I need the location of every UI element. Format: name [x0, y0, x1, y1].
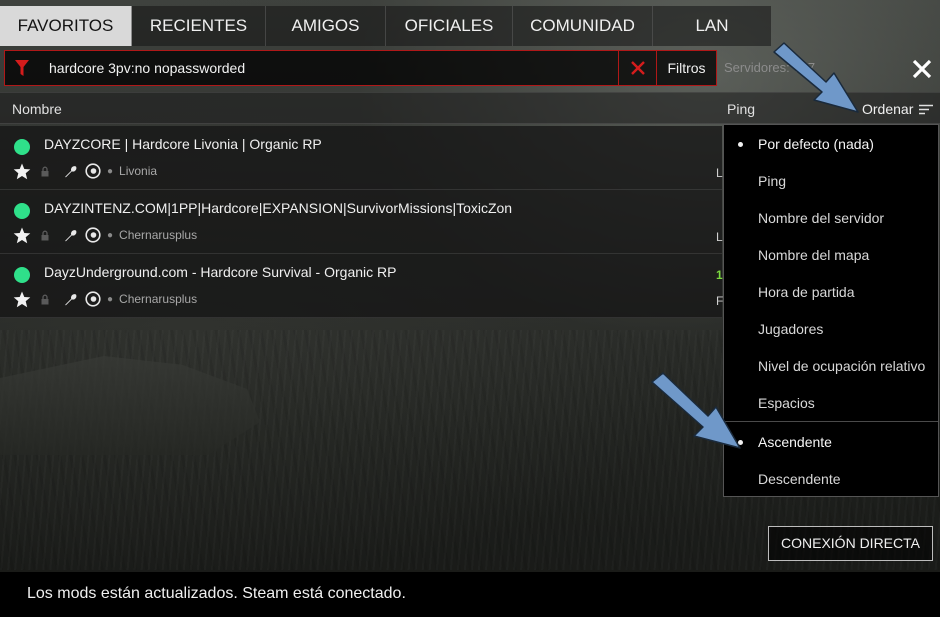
clear-icon	[630, 61, 645, 75]
server-name: DAYZCORE | Hardcore Livonia | Organic RP	[44, 136, 322, 152]
tab-oficiales[interactable]: OFICIALES	[386, 6, 513, 46]
server-players-peek: 1	[716, 268, 723, 282]
map-name: Chernarusplus	[119, 292, 198, 306]
sort-option-server-name[interactable]: Nombre del servidor	[724, 200, 938, 236]
map-name: Livonia	[119, 164, 158, 178]
map-name: Chernarusplus	[119, 228, 198, 242]
lock-icon	[40, 166, 50, 177]
tab-favoritos[interactable]: FAVORITOS	[0, 6, 132, 46]
eye-icon	[85, 291, 101, 307]
server-icons: ● Chernarusplus	[13, 226, 197, 244]
separator-dot: ●	[107, 293, 114, 305]
star-icon[interactable]	[13, 227, 31, 244]
server-list: DAYZCORE | Hardcore Livonia | Organic RP…	[0, 126, 723, 318]
sort-button[interactable]: Ordenar	[862, 101, 934, 117]
server-row[interactable]: DAYZINTENZ.COM|1PP|Hardcore|EXPANSION|Su…	[0, 190, 723, 254]
close-button[interactable]	[907, 54, 937, 84]
sort-dropdown-menu: Por defecto (nada) Ping Nombre del servi…	[723, 124, 939, 497]
search-bar: hardcore 3pv:no nopassworded Filtros	[4, 50, 717, 86]
server-row[interactable]: DAYZCORE | Hardcore Livonia | Organic RP…	[0, 126, 723, 190]
status-text: Los mods están actualizados. Steam está …	[27, 585, 406, 602]
server-info-peek: L	[716, 230, 723, 244]
separator-dot: ●	[107, 165, 114, 177]
wrench-icon	[64, 293, 77, 306]
status-bar: Los mods están actualizados. Steam está …	[0, 572, 940, 617]
filter-icon[interactable]	[5, 51, 39, 85]
tab-lan[interactable]: LAN	[653, 6, 771, 46]
sort-option-map-name[interactable]: Nombre del mapa	[724, 237, 938, 273]
annotation-arrow-icon	[651, 372, 741, 449]
filters-button[interactable]: Filtros	[656, 51, 716, 85]
eye-icon	[85, 227, 101, 243]
server-row[interactable]: DayzUnderground.com - Hardcore Survival …	[0, 254, 723, 318]
tab-amigos[interactable]: AMIGOS	[266, 6, 386, 46]
lock-icon	[40, 294, 50, 305]
direct-connect-button[interactable]: CONEXIÓN DIRECTA	[768, 526, 933, 561]
server-icons: ● Livonia	[13, 162, 157, 180]
sort-label: Ordenar	[862, 101, 914, 117]
server-name: DAYZINTENZ.COM|1PP|Hardcore|EXPANSION|Su…	[44, 200, 513, 216]
sort-option-slots[interactable]: Espacios	[724, 385, 938, 421]
star-icon[interactable]	[13, 163, 31, 180]
sort-option-game-time[interactable]: Hora de partida	[724, 274, 938, 310]
wrench-icon	[64, 165, 77, 178]
online-status-dot	[14, 267, 30, 283]
tab-comunidad[interactable]: COMUNIDAD	[513, 6, 653, 46]
star-icon[interactable]	[13, 291, 31, 308]
sort-option-players[interactable]: Jugadores	[724, 311, 938, 347]
server-info-peek: L	[716, 166, 723, 180]
lock-icon	[40, 230, 50, 241]
search-input[interactable]: hardcore 3pv:no nopassworded	[39, 51, 618, 85]
close-icon	[912, 59, 932, 79]
column-ping[interactable]: Ping	[727, 101, 755, 117]
wrench-icon	[64, 229, 77, 242]
clear-search-button[interactable]	[618, 51, 656, 85]
server-name: DayzUnderground.com - Hardcore Survival …	[44, 264, 397, 280]
separator-dot: ●	[107, 229, 114, 241]
sort-option-default[interactable]: Por defecto (nada)	[724, 126, 938, 162]
sort-divider	[724, 421, 938, 422]
sort-order-ascending[interactable]: Ascendente	[724, 424, 938, 460]
sort-option-ping[interactable]: Ping	[724, 163, 938, 199]
online-status-dot	[14, 139, 30, 155]
sort-option-occupancy[interactable]: Nivel de ocupación relativo	[724, 348, 938, 384]
annotation-arrow-icon	[773, 42, 859, 113]
sort-lines-icon	[919, 104, 934, 114]
column-name[interactable]: Nombre	[12, 101, 62, 117]
server-icons: ● Chernarusplus	[13, 290, 197, 308]
eye-icon	[85, 163, 101, 179]
tab-recientes[interactable]: RECIENTES	[132, 6, 266, 46]
sort-order-descending[interactable]: Descendente	[724, 461, 938, 497]
tab-bar: FAVORITOS RECIENTES AMIGOS OFICIALES COM…	[0, 6, 771, 46]
online-status-dot	[14, 203, 30, 219]
